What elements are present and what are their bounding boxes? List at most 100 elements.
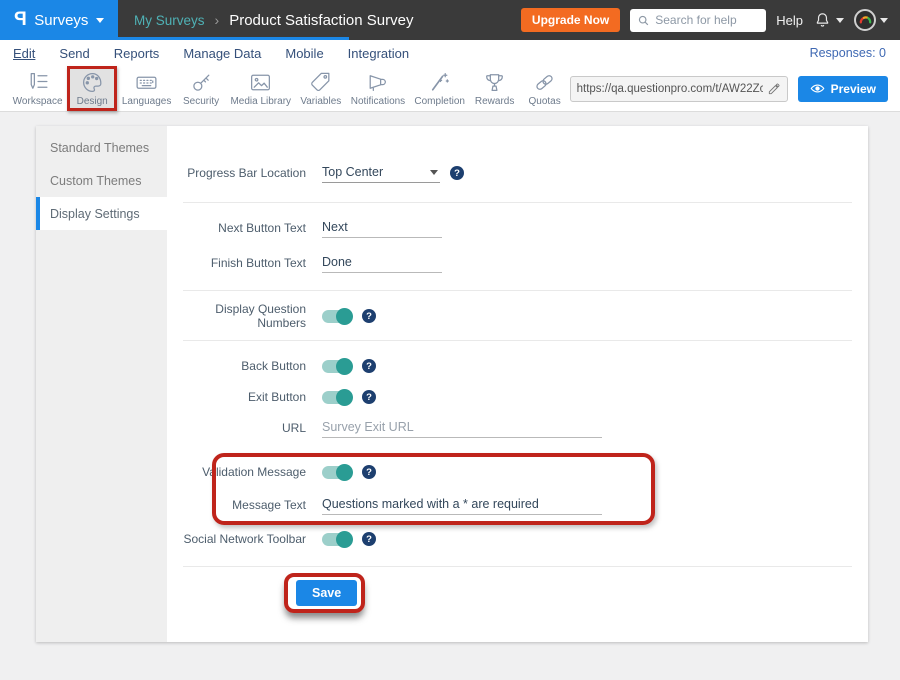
design-sidebar: Standard Themes Custom Themes Display Se… [36,126,167,642]
trophy-icon [482,70,507,95]
help-icon[interactable]: ? [362,465,376,479]
exit-button-toggle[interactable] [322,391,352,404]
survey-url-field[interactable] [570,76,788,102]
responses-count: Responses: 0 [810,46,900,60]
toolbar-item-notifications[interactable]: Notifications [346,66,410,111]
toolbar-item-label: Security [183,96,219,107]
sidebar-item-custom-themes[interactable]: Custom Themes [36,164,167,197]
survey-url-input[interactable] [577,83,763,95]
save-row: Save [183,577,852,617]
toolbar-item-label: Variables [300,96,341,107]
sidebar-item-standard-themes[interactable]: Standard Themes [36,131,167,164]
toolbar-item-completion[interactable]: Completion [410,66,470,111]
help-link[interactable]: Help [776,13,803,28]
help-icon[interactable]: ? [362,532,376,546]
chain-link-icon [532,70,557,95]
toolbar-item-label: Rewards [475,96,514,107]
help-icon[interactable]: ? [362,359,376,373]
help-icon[interactable]: ? [362,390,376,404]
finish-button-row: Finish Button Text [183,248,852,278]
exit-url-label: URL [183,421,322,435]
search-input[interactable] [655,13,759,27]
breadcrumb-parent-link[interactable]: My Surveys [134,13,205,28]
account-menu[interactable] [854,9,888,31]
social-toolbar-label: Social Network Toolbar [183,532,322,546]
breadcrumb-separator: › [215,12,220,28]
sidebar-item-display-settings[interactable]: Display Settings [36,197,167,230]
toolbar-item-label: Completion [414,96,465,107]
tab-edit[interactable]: Edit [13,46,35,61]
progress-bar-select[interactable]: Top Center [322,163,440,183]
toolbar-item-quotas[interactable]: Quotas [520,66,570,111]
design-settings-card: Standard Themes Custom Themes Display Se… [36,126,868,642]
help-icon[interactable]: ? [450,166,464,180]
tab-send[interactable]: Send [59,46,89,61]
next-button-label: Next Button Text [183,221,322,235]
toolbar-item-label: Design [77,96,108,107]
tab-integration[interactable]: Integration [348,46,409,61]
upgrade-now-button[interactable]: Upgrade Now [521,8,620,32]
tag-icon [308,70,333,95]
search-icon [637,14,650,27]
survey-nav: Edit Send Reports Manage Data Mobile Int… [0,40,900,66]
key-icon [189,70,214,95]
help-icon[interactable]: ? [362,309,376,323]
toolbar-item-design[interactable]: Design [67,66,117,111]
toolbar-item-label: Languages [122,96,172,107]
notifications-menu[interactable] [813,11,844,30]
eye-icon [810,81,825,96]
toolbar-item-label: Notifications [351,96,405,107]
preview-button[interactable]: Preview [798,76,888,102]
next-button-row: Next Button Text [183,213,852,243]
progress-bar-value: Top Center [322,165,383,179]
toolbar-item-workspace[interactable]: Workspace [8,66,67,111]
toolbar-item-languages[interactable]: Languages [117,66,176,111]
validation-annotated-group: Validation Message ? Message Text [183,457,852,520]
social-toolbar-toggle[interactable] [322,533,352,546]
preview-label: Preview [831,82,876,96]
exit-url-input[interactable] [322,418,602,438]
image-icon [248,70,273,95]
finish-button-label: Finish Button Text [183,256,322,270]
back-button-toggle[interactable] [322,360,352,373]
edit-toolbar: Workspace Design Languages Security Medi… [0,66,900,112]
next-button-input[interactable] [322,218,442,238]
bell-icon [813,11,832,30]
exit-button-label: Exit Button [183,390,322,404]
avatar [854,9,876,31]
magic-wand-icon [427,70,452,95]
top-header: P Surveys My Surveys › Product Satisfact… [0,0,900,40]
chevron-down-icon [430,170,438,175]
message-text-label: Message Text [183,498,322,512]
validation-message-toggle[interactable] [322,466,352,479]
help-search[interactable] [630,9,766,32]
questionpro-logo-icon: P [14,9,27,31]
message-text-input[interactable] [322,495,602,515]
keyboard-icon [134,70,159,95]
save-button[interactable]: Save [296,580,357,606]
product-name: Surveys [34,12,88,29]
tab-mobile[interactable]: Mobile [285,46,323,61]
toolbar-item-media-library[interactable]: Media Library [226,66,295,111]
toolbar-item-rewards[interactable]: Rewards [470,66,520,111]
tab-reports[interactable]: Reports [114,46,160,61]
question-numbers-toggle[interactable] [322,310,352,323]
exit-url-row: URL [183,413,852,443]
header-active-underline [0,37,349,40]
design-palette-icon [80,70,105,95]
header-actions: Upgrade Now Help [521,8,900,32]
validation-message-label: Validation Message [183,465,322,479]
gauge-icon [858,13,873,28]
toolbar-item-variables[interactable]: Variables [295,66,346,111]
divider [183,202,852,203]
toolbar-item-label: Media Library [230,96,291,107]
page-title: Product Satisfaction Survey [229,12,413,29]
product-switcher[interactable]: P Surveys [0,0,118,40]
tab-manage-data[interactable]: Manage Data [183,46,261,61]
social-toolbar-row: Social Network Toolbar ? [183,524,852,554]
finish-button-input[interactable] [322,253,442,273]
back-button-row: Back Button ? [183,351,852,381]
toolbar-item-label: Workspace [13,96,63,107]
toolbar-item-security[interactable]: Security [176,66,226,111]
edit-pencil-icon[interactable] [767,82,781,96]
